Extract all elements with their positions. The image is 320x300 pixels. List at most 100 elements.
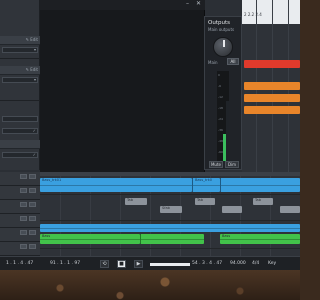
audio-clip[interactable] [40, 224, 300, 232]
minimize-button[interactable]: – [186, 0, 189, 7]
meter-scale-label: -6 [218, 84, 221, 88]
clip-label: Tab [127, 198, 133, 202]
divider [0, 58, 40, 59]
track-header[interactable] [0, 242, 40, 256]
midi-notes [40, 239, 140, 240]
clip-label: Tab [197, 198, 203, 202]
level-meter: 0 -6 -12 -18 -24 -36 -48 -60 [217, 71, 229, 161]
end-position-display[interactable]: 54 . 3 . 4 . 47 [192, 261, 222, 266]
audio-clip[interactable]: Bass_trk01 [40, 178, 192, 192]
outputs-subtitle: Main outputs [208, 27, 235, 32]
edit-button[interactable]: ✎ Edit [26, 37, 38, 42]
loop-range[interactable] [150, 263, 190, 266]
outputs-title: Outputs [208, 20, 230, 26]
inspector-field[interactable]: ✓ [2, 152, 38, 158]
waveform-line [221, 185, 300, 186]
mute-toggle[interactable] [20, 244, 27, 249]
solo-toggle[interactable] [29, 174, 36, 179]
inspector-field[interactable]: ✓ [2, 128, 38, 134]
position-display[interactable]: 1 . 1 . 4 . 47 [6, 261, 33, 266]
inspector-panel: ✎ Edit ▾ ✎ Edit ▾ ✓ ✓ [0, 0, 40, 170]
lane-divider [40, 248, 300, 249]
screen: ✎ Edit ▾ ✎ Edit ▾ ✓ ✓ – ✕ 2 2.2 2.4 Outp… [0, 0, 300, 300]
meter-scale-label: -12 [218, 95, 223, 99]
inspector-field[interactable] [2, 116, 38, 122]
all-button[interactable]: All [227, 58, 239, 65]
divider [0, 100, 40, 101]
clip-gray[interactable] [280, 206, 300, 213]
midi-notes [220, 239, 300, 240]
desktop-wallpaper [0, 270, 300, 300]
timeline-ruler[interactable] [40, 172, 300, 176]
midi-notes [141, 239, 204, 240]
loop-button[interactable]: ⟲ [100, 260, 109, 268]
inspector-dropdown[interactable]: ▾ [2, 47, 38, 53]
mute-toggle[interactable] [20, 174, 27, 179]
play-button[interactable]: ▶ [134, 260, 143, 268]
main-label: Main [208, 60, 218, 65]
clip-gray[interactable] [222, 206, 242, 213]
clip-label: Tab [255, 198, 261, 202]
inspector-row[interactable]: ✎ Edit [0, 66, 40, 75]
inspector-dropdown[interactable]: ▾ [2, 77, 38, 83]
solo-toggle[interactable] [29, 244, 36, 249]
audio-clip-orange[interactable] [244, 94, 300, 102]
ruler-numbers: 2 2.2 2.4 [244, 12, 262, 17]
time-signature[interactable]: 4/4 [252, 261, 259, 266]
meter-scale-label: -36 [218, 128, 223, 132]
meter-scale-label: -24 [218, 117, 223, 121]
meter-scale-label: -18 [218, 106, 223, 110]
timeline-ruler[interactable]: 2 2.2 2.4 [242, 0, 300, 24]
solo-toggle[interactable] [29, 202, 36, 207]
dim-button[interactable]: Dim [225, 161, 239, 168]
audio-clip[interactable] [220, 178, 300, 192]
daw-window: ✎ Edit ▾ ✎ Edit ▾ ✓ ✓ – ✕ 2 2.2 2.4 Outp… [0, 0, 300, 270]
audio-clip[interactable]: Bass_trk0 [192, 178, 220, 192]
output-volume-knob[interactable] [213, 37, 233, 57]
chevron-down-icon: ▾ [33, 47, 36, 52]
track-header[interactable] [0, 186, 40, 200]
mute-toggle[interactable] [20, 230, 27, 235]
mute-button[interactable]: Mute [209, 161, 223, 168]
mute-toggle[interactable] [20, 216, 27, 221]
track-header[interactable] [0, 172, 40, 186]
lane-divider [40, 220, 300, 221]
edit-button[interactable]: ✎ Edit [26, 67, 38, 72]
close-button[interactable]: ✕ [196, 0, 201, 7]
plugin-window-titlebar[interactable]: – ✕ [40, 0, 205, 10]
track-header[interactable] [0, 214, 40, 228]
waveform-line [40, 228, 300, 229]
waveform-line [193, 185, 220, 186]
track-header[interactable] [0, 200, 40, 214]
arrange-view-upper: 2 2.2 2.4 [242, 0, 300, 172]
clip-label: Sfab [162, 206, 170, 210]
tempo-display[interactable]: 94.000 [230, 261, 246, 266]
midi-clip[interactable]: Bass [40, 234, 140, 244]
track-header[interactable] [0, 228, 40, 242]
clip-label: Bass_trk0 [195, 178, 213, 182]
check-icon: ✓ [32, 152, 36, 157]
inspector-row[interactable]: ✎ Edit [0, 36, 40, 45]
solo-toggle[interactable] [29, 216, 36, 221]
solo-toggle[interactable] [29, 188, 36, 193]
midi-clip[interactable] [140, 234, 204, 244]
midi-clip[interactable]: Bass [220, 234, 300, 244]
clip-gray[interactable]: Tab [253, 198, 273, 205]
clip-gray[interactable]: Tab [125, 198, 147, 205]
audio-clip-orange[interactable] [244, 82, 300, 90]
chevron-down-icon: ▾ [33, 77, 36, 82]
clip-gray[interactable]: Tab [195, 198, 215, 205]
audio-clip-orange[interactable] [244, 106, 300, 114]
solo-toggle[interactable] [29, 230, 36, 235]
key-display[interactable]: Key [268, 261, 276, 266]
check-icon: ✓ [32, 128, 36, 133]
audio-clip-red[interactable] [244, 60, 300, 68]
clip-gray[interactable]: Sfab [160, 206, 182, 213]
mute-toggle[interactable] [20, 188, 27, 193]
inspector-row[interactable] [0, 140, 40, 149]
meter-scale-label: 0 [218, 73, 220, 77]
position-display-secondary[interactable]: 91 . 1 . 1 . 97 [50, 261, 80, 266]
mute-toggle[interactable] [20, 202, 27, 207]
plugin-window[interactable]: – ✕ [40, 0, 205, 172]
stop-button[interactable]: ■ [117, 260, 126, 268]
